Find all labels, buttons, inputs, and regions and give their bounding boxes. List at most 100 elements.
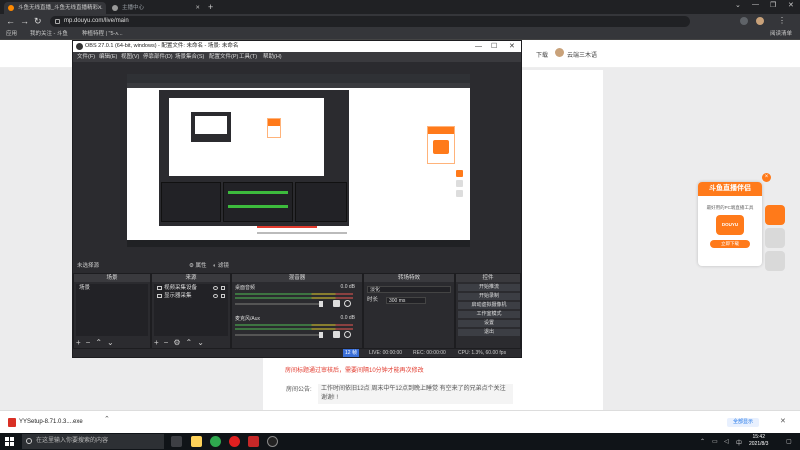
download-link[interactable]: 下载 <box>536 50 548 59</box>
title-review-notice: 房间标题通过审核后，需要间隔10分钟才能再次修改 <box>285 368 424 374</box>
obs-statusbar: 12 帧 LIVE: 00:00:00 REC: 00:00:00 CPU: 1… <box>73 349 521 357</box>
promo-close-icon[interactable]: × <box>762 173 771 182</box>
menu-edit[interactable]: 编辑(E) <box>99 52 117 62</box>
source-item[interactable]: 视频采集设备 <box>154 284 228 292</box>
menu-scene-collection[interactable]: 场景集合(S) <box>175 52 204 62</box>
move-up-icon[interactable]: ⌃ <box>186 338 193 347</box>
play-side-icon[interactable] <box>765 205 785 225</box>
close-tab-icon[interactable]: ✕ <box>97 2 102 14</box>
notification-icon[interactable]: ▢ <box>786 438 792 445</box>
user-name[interactable]: 云端三木语 <box>567 50 597 59</box>
download-item[interactable]: YYSetup-8.71.0.3....exe <box>6 415 106 430</box>
taskbar-search-input[interactable]: 在这里输入你要搜索的内容 <box>22 434 164 449</box>
volume-slider[interactable] <box>235 332 323 338</box>
bookmark-apps[interactable]: 应用 <box>6 29 17 40</box>
obs-preview[interactable] <box>127 74 470 247</box>
new-tab-button[interactable]: + <box>208 2 213 12</box>
camera-icon <box>157 285 162 290</box>
move-down-icon[interactable]: ⌄ <box>197 338 204 347</box>
obs-maximize-button[interactable]: ☐ <box>491 41 497 52</box>
profile-avatar-icon[interactable] <box>756 17 764 25</box>
menu-profile[interactable]: 配置文件(P) <box>209 52 238 62</box>
visibility-eye-icon[interactable] <box>213 294 218 298</box>
browser-toolbar: ← → ↻ mp.douyu.com/live/main ⋮ <box>0 14 800 29</box>
obs-window[interactable]: OBS 27.0.1 (64-bit, windows) - 配置文件: 未命名… <box>72 40 522 358</box>
promo-download-button[interactable]: 立即下载 <box>710 240 750 248</box>
volume-icon[interactable]: ◁ <box>724 438 729 445</box>
volume-slider[interactable] <box>235 301 323 307</box>
virtual-camera-button[interactable]: 启动虚拟摄像机 <box>458 302 520 309</box>
tab-search-icon[interactable]: ⌄ <box>735 1 741 9</box>
minimize-button[interactable]: — <box>752 1 759 8</box>
task-view-icon[interactable] <box>171 436 182 447</box>
user-avatar[interactable] <box>555 48 564 57</box>
tab-streamer-center[interactable]: 主播中心 ✕ <box>108 2 204 14</box>
obs-minimize-button[interactable]: — <box>475 41 482 52</box>
share-side-icon[interactable] <box>765 251 785 271</box>
source-item[interactable]: 显示器采集 <box>154 292 228 300</box>
sources-dock: 来源 视频采集设备 显示器采集 + − ⚙ ⌃ ⌄ <box>151 273 231 349</box>
netease-music-icon[interactable] <box>229 436 240 447</box>
maximize-button[interactable]: ❐ <box>770 1 776 9</box>
speaker-icon[interactable] <box>333 300 340 307</box>
move-down-icon[interactable]: ⌄ <box>107 338 114 347</box>
tray-chevron-icon[interactable]: ⌃ <box>700 438 705 445</box>
gear-icon[interactable] <box>344 300 351 307</box>
menu-help[interactable]: 帮助(H) <box>263 52 282 62</box>
network-icon[interactable]: ▭ <box>712 438 718 445</box>
lock-icon[interactable] <box>221 286 225 290</box>
obs-titlebar[interactable]: OBS 27.0.1 (64-bit, windows) - 配置文件: 未命名… <box>73 41 521 52</box>
menu-file[interactable]: 文件(F) <box>77 52 95 62</box>
bookmark-other[interactable]: 种植特程 | "5-ᴀ... <box>82 29 123 40</box>
start-recording-button[interactable]: 开始录制 <box>458 293 520 300</box>
obs-taskbar-icon[interactable] <box>267 436 278 447</box>
tab-douyu-live[interactable]: 斗鱼无线直播_斗鱼无线直播精彩... ✕ <box>4 2 106 14</box>
settings-button[interactable]: 设置 <box>458 320 520 327</box>
source-settings-icon[interactable]: ⚙ <box>173 338 180 347</box>
menu-kebab-icon[interactable]: ⋮ <box>778 16 786 25</box>
reload-button[interactable]: ↻ <box>34 16 42 27</box>
douyu-app-icon[interactable] <box>248 436 259 447</box>
gear-icon[interactable] <box>344 331 351 338</box>
filters-button[interactable]: ◐ 滤镜 <box>213 261 229 271</box>
announcement-input[interactable]: 工作时间依旧12点 周末中午12点到晚上睡觉 有空来了的兄弟点个关注 谢谢! ! <box>318 384 513 404</box>
duration-input[interactable]: 300 ms <box>386 297 426 304</box>
show-all-downloads-button[interactable]: 全部显示 <box>727 418 759 427</box>
close-tab-icon[interactable]: ✕ <box>195 2 200 14</box>
menu-view[interactable]: 视图(V) <box>121 52 139 62</box>
add-source-icon[interactable]: + <box>154 338 159 347</box>
add-scene-icon[interactable]: + <box>76 338 81 347</box>
extensions-icon[interactable] <box>740 17 748 25</box>
remove-source-icon[interactable]: − <box>164 338 169 347</box>
menu-tools[interactable]: 工具(T) <box>239 52 257 62</box>
speaker-icon[interactable] <box>333 331 340 338</box>
ime-icon[interactable]: 中 <box>736 438 742 447</box>
close-shelf-icon[interactable]: ✕ <box>780 417 786 425</box>
close-window-button[interactable]: ✕ <box>788 1 794 9</box>
chrome-icon[interactable] <box>210 436 221 447</box>
globe-icon <box>112 5 118 11</box>
home-side-icon[interactable] <box>765 228 785 248</box>
taskbar-clock[interactable]: 15:42 2021/8/3 <box>749 434 768 448</box>
remove-scene-icon[interactable]: − <box>86 338 91 347</box>
lock-icon[interactable] <box>221 294 225 298</box>
obs-close-button[interactable]: ✕ <box>509 41 515 52</box>
transition-select[interactable]: 淡化 <box>367 286 451 293</box>
back-button[interactable]: ← <box>6 16 15 26</box>
address-bar[interactable]: mp.douyu.com/live/main <box>50 16 690 27</box>
scene-item[interactable]: 场景 <box>76 284 148 292</box>
exit-button[interactable]: 退出 <box>458 329 520 336</box>
chevron-up-icon[interactable]: ⌃ <box>104 415 110 423</box>
bookmark-follow[interactable]: 我的关注 - 斗鱼 <box>30 29 68 40</box>
properties-button[interactable]: ⚙ 属性 <box>189 261 206 271</box>
douyu-assistant-promo[interactable]: 斗鱼直播伴侣 最好用的PC端直播工具 DOUYU 立即下载 <box>698 182 762 266</box>
windows-start-icon[interactable] <box>5 437 14 446</box>
studio-mode-button[interactable]: 工作室模式 <box>458 311 520 318</box>
visibility-eye-icon[interactable] <box>213 286 218 290</box>
forward-button[interactable]: → <box>20 16 29 26</box>
file-explorer-icon[interactable] <box>191 436 202 447</box>
menu-docks[interactable]: 停靠部件(D) <box>143 52 173 62</box>
reading-list-button[interactable]: 阅读清单 <box>770 29 792 40</box>
start-streaming-button[interactable]: 开始推流 <box>458 284 520 291</box>
move-up-icon[interactable]: ⌃ <box>95 338 102 347</box>
